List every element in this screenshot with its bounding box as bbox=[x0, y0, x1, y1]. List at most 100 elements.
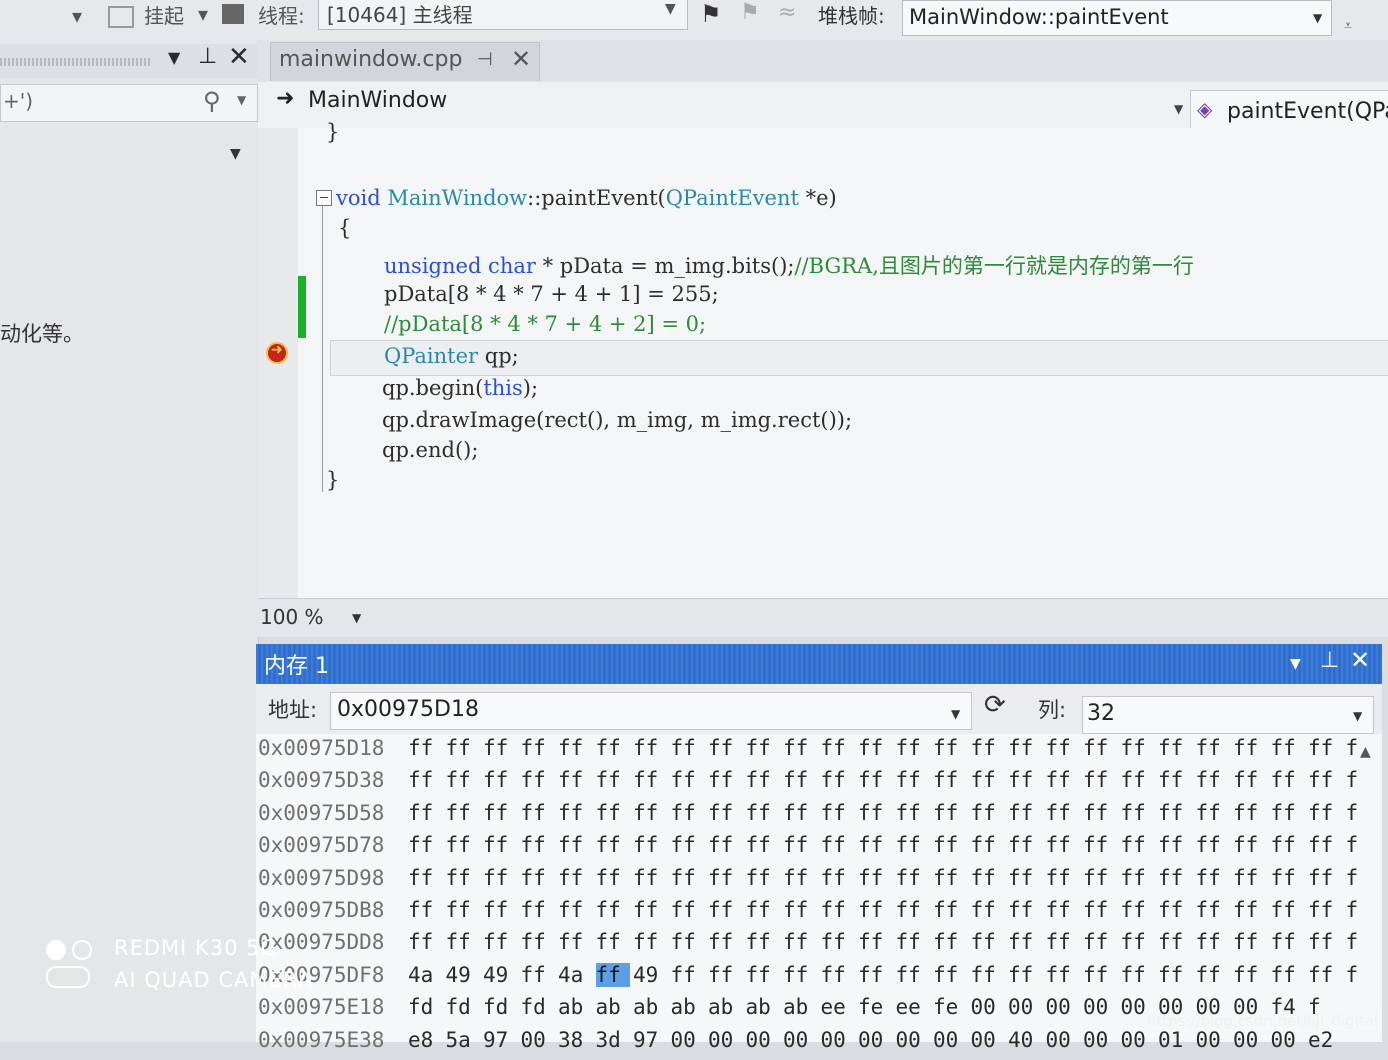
memory-byte[interactable]: ff bbox=[1158, 768, 1192, 792]
memory-byte[interactable]: ff bbox=[858, 930, 892, 954]
memory-byte[interactable]: ff bbox=[1083, 768, 1117, 792]
memory-byte[interactable]: ff bbox=[1196, 801, 1230, 825]
memory-byte[interactable]: ff bbox=[708, 963, 742, 987]
memory-byte[interactable]: ff bbox=[483, 833, 517, 857]
memory-byte[interactable]: fe bbox=[858, 995, 892, 1019]
memory-byte[interactable]: ab bbox=[783, 995, 817, 1019]
memory-byte[interactable]: 00 bbox=[858, 1028, 892, 1052]
memory-byte[interactable]: ff bbox=[933, 768, 967, 792]
memory-byte[interactable]: ff bbox=[821, 963, 855, 987]
refresh-icon[interactable]: ⟳ bbox=[984, 690, 1006, 720]
columns-dropdown[interactable]: 32 ▼ bbox=[1082, 696, 1374, 734]
memory-byte[interactable]: ff bbox=[971, 963, 1005, 987]
chevron-down-icon[interactable]: ▾ bbox=[72, 4, 82, 28]
memory-byte[interactable]: ff bbox=[483, 866, 517, 890]
memory-window-titlebar[interactable]: 内存 1 ▼ ⊥ ✕ bbox=[256, 644, 1382, 684]
memory-grid[interactable]: 0x00975D18 ff ff ff ff ff ff ff ff ff ff ff ff ff ff ff… bbox=[256, 734, 1382, 1052]
memory-byte[interactable]: ff bbox=[746, 833, 780, 857]
memory-byte[interactable]: e8 bbox=[408, 1028, 442, 1052]
memory-byte[interactable]: ff bbox=[896, 801, 930, 825]
memory-byte[interactable]: ff bbox=[933, 736, 967, 760]
memory-byte[interactable]: ff bbox=[1271, 866, 1305, 890]
memory-byte[interactable]: ff bbox=[1083, 866, 1117, 890]
memory-byte[interactable]: ff bbox=[1121, 801, 1155, 825]
memory-byte[interactable]: 00 bbox=[933, 1028, 967, 1052]
memory-byte[interactable]: ff bbox=[1158, 833, 1192, 857]
memory-row[interactable]: 0x00975DD8 ff ff ff ff ff ff ff ff ff ff ff ff ff ff ff… bbox=[256, 930, 1358, 962]
memory-byte[interactable]: ff bbox=[708, 801, 742, 825]
memory-byte[interactable]: ff bbox=[971, 930, 1005, 954]
memory-row[interactable]: 0x00975D38 ff ff ff ff ff ff ff ff ff ff ff ff ff ff ff… bbox=[256, 768, 1358, 800]
memory-byte[interactable]: 00 bbox=[821, 1028, 855, 1052]
memory-byte[interactable]: f bbox=[1346, 801, 1380, 825]
memory-byte[interactable]: f bbox=[1346, 898, 1380, 922]
overflow-icon[interactable]: ⩡ bbox=[1344, 18, 1352, 34]
memory-byte[interactable]: ff bbox=[1196, 736, 1230, 760]
memory-byte[interactable]: 00 bbox=[1121, 1028, 1155, 1052]
memory-byte[interactable]: 49 bbox=[483, 963, 517, 987]
memory-byte[interactable]: ff bbox=[1308, 963, 1342, 987]
memory-byte[interactable]: ff bbox=[1233, 801, 1267, 825]
memory-byte[interactable]: ff bbox=[1158, 963, 1192, 987]
memory-byte[interactable]: ab bbox=[708, 995, 742, 1019]
memory-byte[interactable]: f bbox=[1346, 768, 1380, 792]
memory-byte[interactable]: ff bbox=[483, 930, 517, 954]
memory-byte[interactable]: ff bbox=[633, 833, 667, 857]
memory-byte[interactable]: ff bbox=[521, 898, 555, 922]
left-search-box[interactable]: +') ⚲ ▼ bbox=[0, 84, 258, 122]
memory-byte[interactable]: ff bbox=[633, 768, 667, 792]
memory-byte[interactable]: ff bbox=[858, 898, 892, 922]
memory-byte[interactable]: 00 bbox=[971, 1028, 1005, 1052]
memory-byte[interactable]: ff bbox=[896, 736, 930, 760]
pin-icon[interactable]: ⊥ bbox=[198, 44, 217, 69]
memory-byte[interactable]: ff bbox=[483, 768, 517, 792]
close-icon[interactable]: ✕ bbox=[228, 42, 250, 72]
memory-byte[interactable]: ff bbox=[746, 768, 780, 792]
memory-byte[interactable]: 5a bbox=[446, 1028, 480, 1052]
memory-byte[interactable]: ff bbox=[933, 801, 967, 825]
memory-byte[interactable]: ff bbox=[1233, 833, 1267, 857]
memory-byte[interactable]: ff bbox=[1196, 898, 1230, 922]
memory-byte[interactable]: ff bbox=[596, 898, 630, 922]
memory-byte[interactable]: 97 bbox=[633, 1028, 667, 1052]
memory-byte[interactable]: ff bbox=[1233, 930, 1267, 954]
memory-byte[interactable]: ff bbox=[446, 736, 480, 760]
memory-byte[interactable]: ff bbox=[971, 866, 1005, 890]
memory-byte[interactable]: ff bbox=[783, 768, 817, 792]
memory-byte[interactable]: ff bbox=[1308, 833, 1342, 857]
memory-byte[interactable]: ff bbox=[1046, 801, 1080, 825]
memory-row[interactable]: 0x00975D18 ff ff ff ff ff ff ff ff ff ff ff ff ff ff ff… bbox=[256, 736, 1358, 768]
memory-byte[interactable]: ff bbox=[1121, 833, 1155, 857]
memory-byte[interactable]: ff bbox=[1008, 866, 1042, 890]
memory-byte[interactable]: 97 bbox=[483, 1028, 517, 1052]
memory-byte[interactable]: ff bbox=[708, 898, 742, 922]
memory-byte[interactable]: ff bbox=[521, 866, 555, 890]
memory-byte[interactable]: ab bbox=[671, 995, 705, 1019]
memory-byte[interactable]: ff bbox=[1008, 736, 1042, 760]
memory-byte[interactable]: ff bbox=[1308, 801, 1342, 825]
memory-byte[interactable]: ff bbox=[633, 930, 667, 954]
memory-byte[interactable]: 00 bbox=[671, 1028, 705, 1052]
memory-byte[interactable]: ff bbox=[971, 736, 1005, 760]
memory-byte[interactable]: ff bbox=[896, 930, 930, 954]
memory-byte[interactable]: ff bbox=[708, 930, 742, 954]
memory-byte[interactable]: ff bbox=[595, 962, 630, 987]
memory-byte[interactable]: 00 bbox=[1233, 1028, 1267, 1052]
memory-byte[interactable]: f bbox=[1346, 833, 1380, 857]
memory-byte[interactable]: ff bbox=[933, 833, 967, 857]
memory-byte[interactable]: e2 bbox=[1308, 1028, 1342, 1052]
memory-byte[interactable]: ff bbox=[1308, 898, 1342, 922]
memory-byte[interactable]: 00 bbox=[746, 1028, 780, 1052]
memory-byte[interactable]: ff bbox=[558, 898, 592, 922]
suspend-label[interactable]: 挂起 bbox=[144, 0, 184, 29]
memory-byte[interactable]: ff bbox=[1121, 963, 1155, 987]
memory-byte[interactable]: ee bbox=[821, 995, 855, 1019]
memory-byte[interactable]: ff bbox=[633, 801, 667, 825]
memory-byte[interactable]: f bbox=[1346, 866, 1380, 890]
memory-byte[interactable]: ff bbox=[1083, 801, 1117, 825]
memory-byte[interactable]: ff bbox=[821, 833, 855, 857]
memory-byte[interactable]: ff bbox=[746, 898, 780, 922]
memory-byte[interactable]: ff bbox=[896, 866, 930, 890]
memory-byte[interactable]: ff bbox=[1196, 866, 1230, 890]
memory-byte[interactable]: ff bbox=[596, 930, 630, 954]
